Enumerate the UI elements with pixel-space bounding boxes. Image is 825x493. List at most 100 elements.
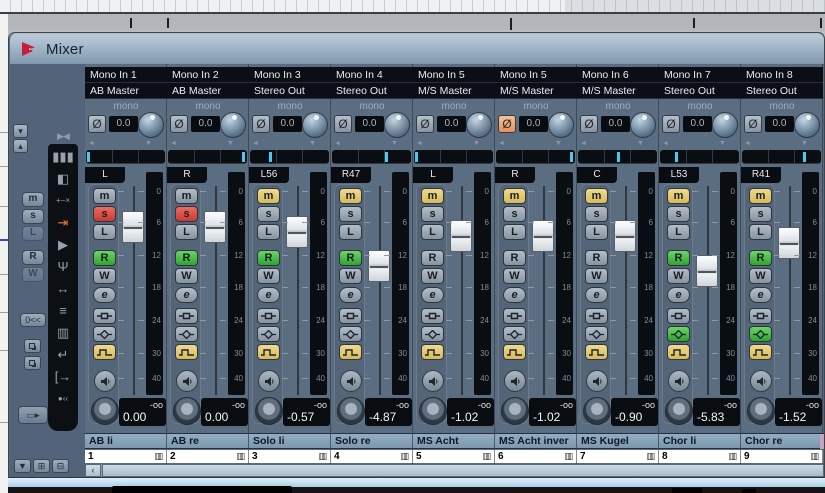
phase-button[interactable]: Ø (498, 115, 516, 133)
phase-button[interactable]: Ø (170, 115, 188, 133)
solo-button[interactable]: s (749, 206, 772, 222)
copy-button[interactable] (24, 339, 41, 353)
channel-input-label[interactable]: Mono In 3 (249, 67, 331, 83)
edit-button[interactable]: e (257, 287, 280, 303)
record-button[interactable]: R (339, 250, 362, 266)
input-gain-knob[interactable] (583, 397, 611, 425)
edit-button[interactable]: e (339, 287, 362, 303)
return-icon[interactable]: ↵ (48, 348, 78, 363)
pan-slider[interactable] (496, 150, 575, 164)
edit-button[interactable]: e (585, 287, 608, 303)
channel-number-row[interactable]: 7 ▥ (577, 450, 659, 463)
exit-icon[interactable]: [→ (48, 370, 78, 385)
sends-state-button[interactable] (421, 344, 444, 360)
pan-knob[interactable] (548, 112, 574, 138)
fader-cap[interactable] (204, 211, 226, 243)
fader-db-value[interactable]: -1.02 (533, 410, 560, 424)
phase-button[interactable]: Ø (252, 115, 270, 133)
input-gain-knob[interactable] (337, 397, 365, 425)
rewind-dots-icon[interactable]: ●‹‹ (48, 392, 78, 407)
inserts-state-button[interactable] (749, 308, 772, 324)
monitor-button[interactable] (340, 370, 362, 392)
listen-button[interactable]: L (175, 224, 198, 240)
listen-button[interactable]: L (339, 224, 362, 240)
solo-button[interactable]: s (667, 206, 690, 222)
mute-button[interactable]: m (749, 188, 772, 204)
fader-db-value[interactable]: 0.00 (205, 410, 228, 424)
eq-state-button[interactable] (749, 326, 772, 342)
pan-label[interactable]: R (495, 167, 535, 183)
inserts-state-button[interactable] (667, 308, 690, 324)
channel-input-label[interactable]: Mono In 7 (659, 67, 741, 83)
channel-grid-icon[interactable]: ▥ (646, 450, 655, 463)
prev-arrow-icon[interactable]: ◄ (334, 140, 341, 147)
eq-state-button[interactable] (585, 326, 608, 342)
title-bar[interactable]: Mixer (10, 34, 824, 64)
pan-knob[interactable] (466, 112, 492, 138)
channel-input-label[interactable]: Mono In 6 (577, 67, 659, 83)
input-gain-knob[interactable] (419, 397, 447, 425)
scroll-up-button[interactable]: ▴ (13, 139, 28, 153)
channel-number-row[interactable]: 5 ▥ (413, 450, 495, 463)
pan-label[interactable]: L (413, 167, 453, 183)
dropdown-arrow-icon[interactable]: ▼ (227, 140, 234, 147)
prev-arrow-icon[interactable]: ◄ (252, 140, 259, 147)
fader-db-value[interactable]: -4.87 (369, 410, 396, 424)
mute-button[interactable]: m (667, 188, 690, 204)
sends-state-button[interactable] (503, 344, 526, 360)
pan-slider[interactable] (332, 150, 411, 164)
eq-state-button[interactable] (667, 326, 690, 342)
channel-output-label[interactable]: M/S Master (495, 83, 577, 99)
phase-button[interactable]: Ø (580, 115, 598, 133)
edit-button[interactable]: e (667, 287, 690, 303)
fader-db-value[interactable]: -5.83 (697, 410, 724, 424)
edit-button[interactable]: e (749, 287, 772, 303)
monitor-button[interactable] (176, 370, 198, 392)
pan-value[interactable]: 0.0 (683, 116, 712, 132)
phase-button[interactable]: Ø (744, 115, 762, 133)
prev-arrow-icon[interactable]: ◄ (580, 140, 587, 147)
split-view-icon[interactable]: ◧ (48, 172, 78, 187)
channel-output-label[interactable]: AB Master (85, 83, 167, 99)
edit-button[interactable]: e (175, 287, 198, 303)
pan-label[interactable]: R (167, 167, 207, 183)
edit-button[interactable]: e (93, 287, 116, 303)
fader-db-value[interactable]: -1.52 (779, 410, 806, 424)
pan-value[interactable]: 0.0 (519, 116, 548, 132)
pan-knob[interactable] (220, 112, 246, 138)
record-button[interactable]: R (175, 250, 198, 266)
edit-button[interactable]: e (421, 287, 444, 303)
phase-button[interactable]: Ø (334, 115, 352, 133)
channel-name[interactable]: AB re (167, 433, 249, 449)
inserts-state-button[interactable] (257, 308, 280, 324)
mute-button[interactable]: m (503, 188, 526, 204)
scrollbar-thumb[interactable] (102, 464, 824, 477)
fader-cap[interactable] (286, 216, 308, 248)
channel-name[interactable]: Solo re (331, 433, 413, 449)
pan-label[interactable]: L (85, 167, 125, 183)
write-button[interactable]: W (749, 268, 772, 284)
sends-state-button[interactable] (667, 344, 690, 360)
mute-button[interactable]: m (585, 188, 608, 204)
write-button[interactable]: W (175, 268, 198, 284)
sends-state-button[interactable] (749, 344, 772, 360)
inserts-state-button[interactable] (585, 308, 608, 324)
pan-label[interactable]: L56 (249, 167, 289, 183)
channel-output-label[interactable]: M/S Master (413, 83, 495, 99)
pan-value[interactable]: 0.0 (191, 116, 220, 132)
solo-button[interactable]: s (257, 206, 280, 222)
channel-name[interactable]: MS Kugel (577, 433, 659, 449)
channel-output-label[interactable]: Stereo Out (741, 83, 823, 99)
monitor-button[interactable] (422, 370, 444, 392)
solo-button[interactable]: s (421, 206, 444, 222)
paste-button[interactable] (24, 356, 41, 370)
monitor-button[interactable] (668, 370, 690, 392)
channel-output-label[interactable]: Stereo Out (331, 83, 413, 99)
prev-arrow-icon[interactable]: ◄ (662, 140, 669, 147)
global-write-button[interactable]: W (22, 267, 44, 282)
dropdown-arrow-icon[interactable]: ▼ (555, 140, 562, 147)
channel-grid-icon[interactable]: ▥ (728, 450, 737, 463)
solo-button[interactable]: s (585, 206, 608, 222)
write-button[interactable]: W (421, 268, 444, 284)
dropdown-arrow-icon[interactable]: ▼ (391, 140, 398, 147)
